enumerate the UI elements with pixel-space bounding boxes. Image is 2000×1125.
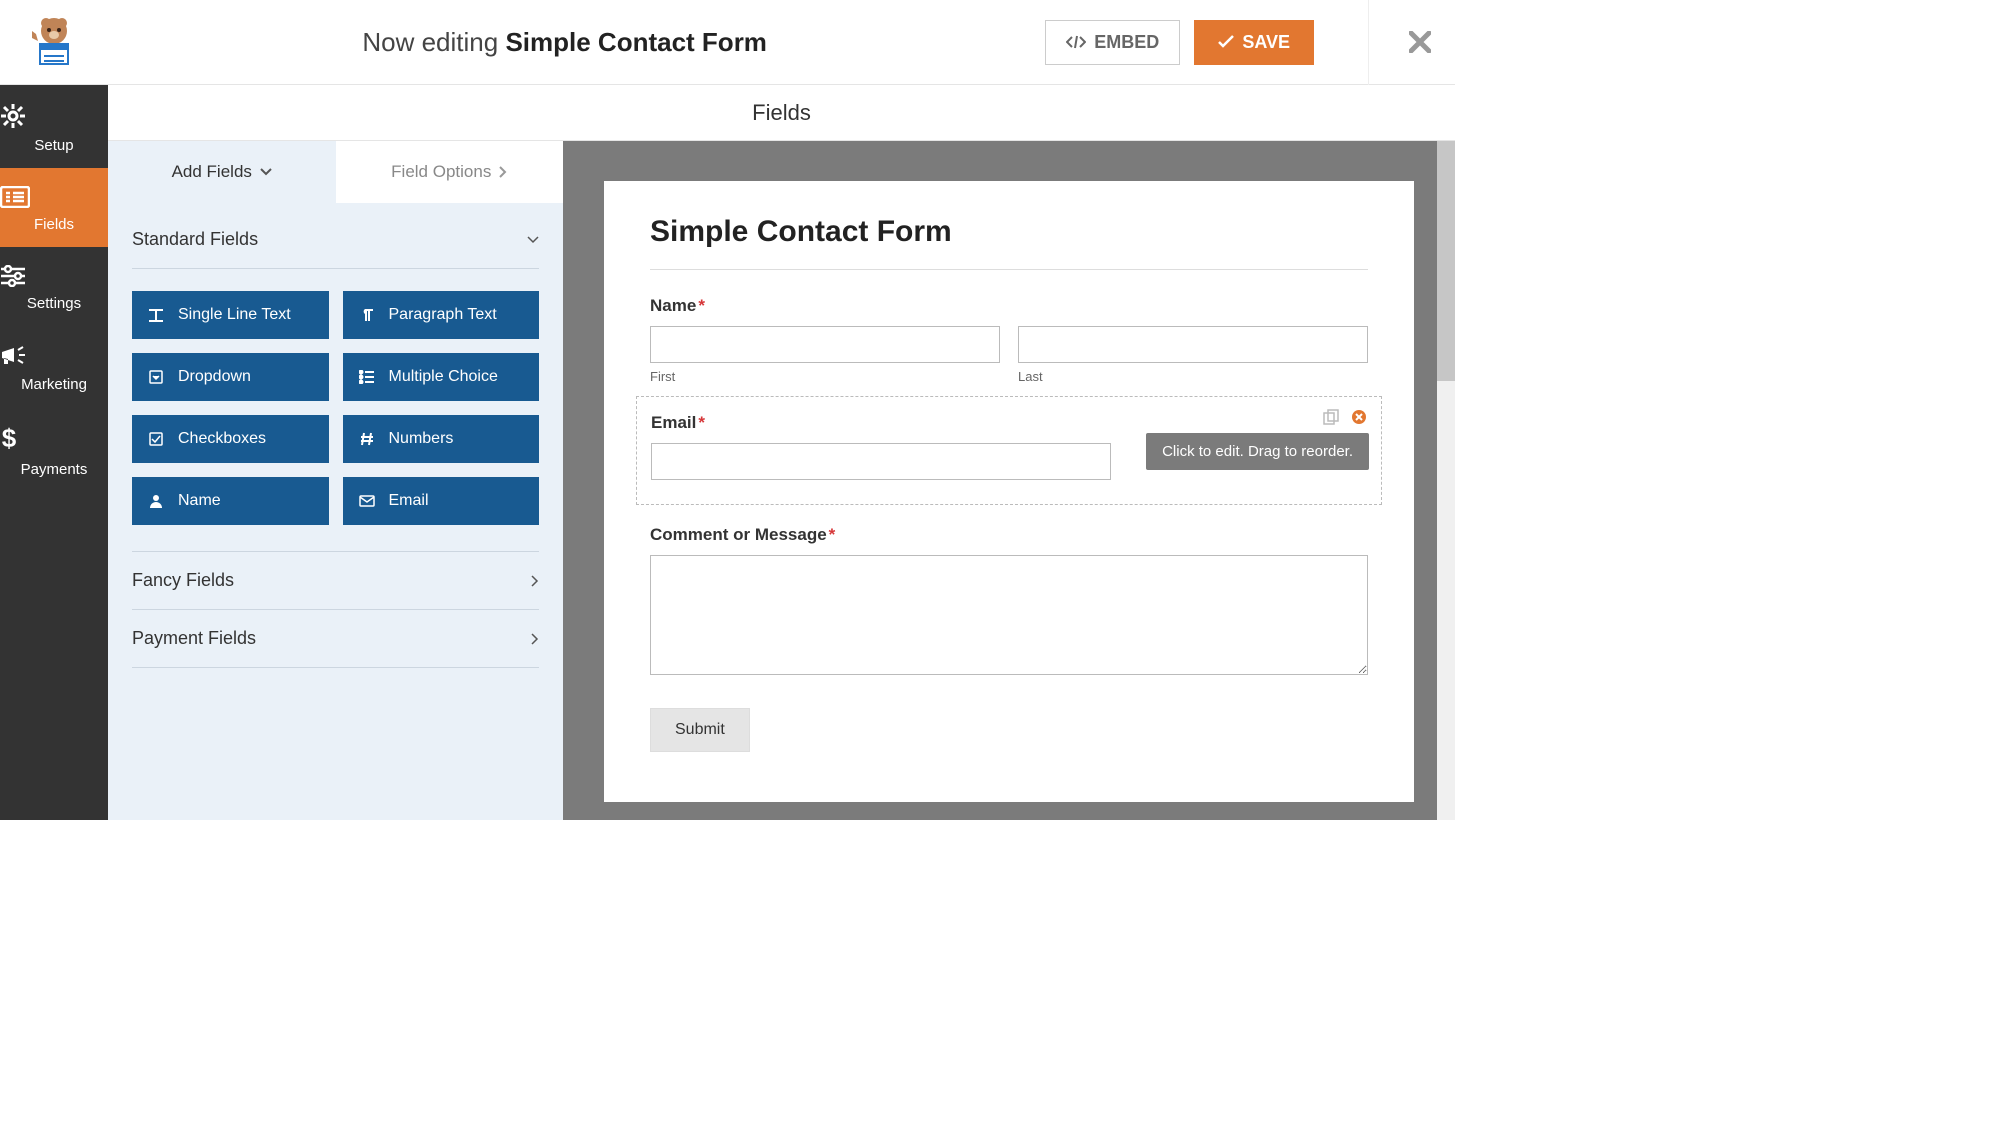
sidebar-item-settings[interactable]: Settings [0, 247, 108, 326]
sidebar-item-fields[interactable]: Fields [0, 168, 108, 247]
tab-add-fields[interactable]: Add Fields [108, 141, 336, 203]
save-button[interactable]: SAVE [1194, 20, 1314, 65]
field-numbers[interactable]: Numbers [343, 415, 540, 463]
form-icon [0, 186, 108, 208]
delete-icon[interactable] [1349, 407, 1369, 427]
duplicate-icon[interactable] [1321, 407, 1341, 427]
chevron-right-icon [531, 575, 539, 587]
checkbox-icon [148, 432, 164, 446]
chevron-down-icon [260, 168, 272, 176]
sliders-icon [0, 265, 108, 287]
section-payment-fields[interactable]: Payment Fields [132, 610, 539, 668]
text-icon [148, 308, 164, 322]
first-sublabel: First [650, 369, 1000, 384]
field-dropdown[interactable]: Dropdown [132, 353, 329, 401]
megaphone-icon [0, 344, 108, 368]
list-icon [359, 370, 375, 384]
field-paragraph-text[interactable]: Paragraph Text [343, 291, 540, 339]
submit-button[interactable]: Submit [650, 708, 750, 752]
chevron-down-icon [527, 236, 539, 244]
form-canvas[interactable]: Simple Contact Form Name* First [563, 141, 1455, 820]
app-logo [24, 12, 84, 72]
chevron-right-icon [531, 633, 539, 645]
comment-textarea[interactable] [650, 555, 1368, 675]
dollar-icon: $ [0, 425, 108, 453]
comment-label: Comment or Message* [650, 525, 1368, 545]
tab-field-options[interactable]: Field Options [336, 141, 564, 203]
sidebar: Setup Fields Settings Marketing [0, 85, 108, 820]
embed-button[interactable]: EMBED [1045, 20, 1180, 65]
form-name: Simple Contact Form [505, 27, 766, 57]
first-name-input[interactable] [650, 326, 1000, 363]
gear-icon [0, 103, 108, 129]
email-label: Email* [651, 413, 1367, 433]
field-name[interactable]: Name [132, 477, 329, 525]
field-multiple-choice[interactable]: Multiple Choice [343, 353, 540, 401]
paragraph-icon [359, 308, 375, 322]
form-row-email[interactable]: Email* Click to edit. Drag to reorder. [636, 396, 1382, 505]
fields-panel: Add Fields Field Options Standard Fields [108, 141, 563, 820]
required-mark: * [698, 413, 705, 432]
mail-icon [359, 495, 375, 507]
sidebar-item-setup[interactable]: Setup [0, 85, 108, 168]
editing-prefix: Now editing [362, 27, 498, 57]
code-icon [1066, 35, 1086, 49]
required-mark: * [829, 525, 836, 544]
form-row-comment[interactable]: Comment or Message* [650, 525, 1368, 680]
edit-tooltip: Click to edit. Drag to reorder. [1146, 433, 1369, 470]
scrollbar-thumb[interactable] [1437, 141, 1455, 381]
hash-icon [359, 432, 375, 446]
chevron-right-icon [499, 166, 507, 178]
field-email[interactable]: Email [343, 477, 540, 525]
form-row-name[interactable]: Name* First Last [650, 296, 1368, 384]
dropdown-icon [148, 370, 164, 384]
last-sublabel: Last [1018, 369, 1368, 384]
sidebar-item-payments[interactable]: $ Payments [0, 407, 108, 492]
top-actions: EMBED SAVE [1045, 0, 1431, 85]
close-button[interactable] [1368, 0, 1431, 85]
scrollbar[interactable] [1437, 141, 1455, 820]
svg-text:$: $ [2, 425, 17, 453]
field-checkboxes[interactable]: Checkboxes [132, 415, 329, 463]
email-input[interactable] [651, 443, 1111, 480]
field-single-line-text[interactable]: Single Line Text [132, 291, 329, 339]
divider [650, 269, 1368, 270]
form-preview: Simple Contact Form Name* First [604, 181, 1414, 802]
standard-fields-grid: Single Line Text Paragraph Text Dropdown [132, 269, 539, 552]
form-title: Simple Contact Form [650, 215, 1368, 249]
top-bar: Now editing Simple Contact Form EMBED SA… [0, 0, 1455, 85]
check-icon [1218, 35, 1234, 49]
sidebar-item-marketing[interactable]: Marketing [0, 326, 108, 407]
user-icon [148, 494, 164, 508]
name-label: Name* [650, 296, 1368, 316]
section-standard-fields[interactable]: Standard Fields [132, 221, 539, 269]
section-fancy-fields[interactable]: Fancy Fields [132, 552, 539, 610]
page-title: Now editing Simple Contact Form [84, 27, 1045, 58]
required-mark: * [698, 296, 705, 315]
last-name-input[interactable] [1018, 326, 1368, 363]
sub-header: Fields [108, 85, 1455, 141]
